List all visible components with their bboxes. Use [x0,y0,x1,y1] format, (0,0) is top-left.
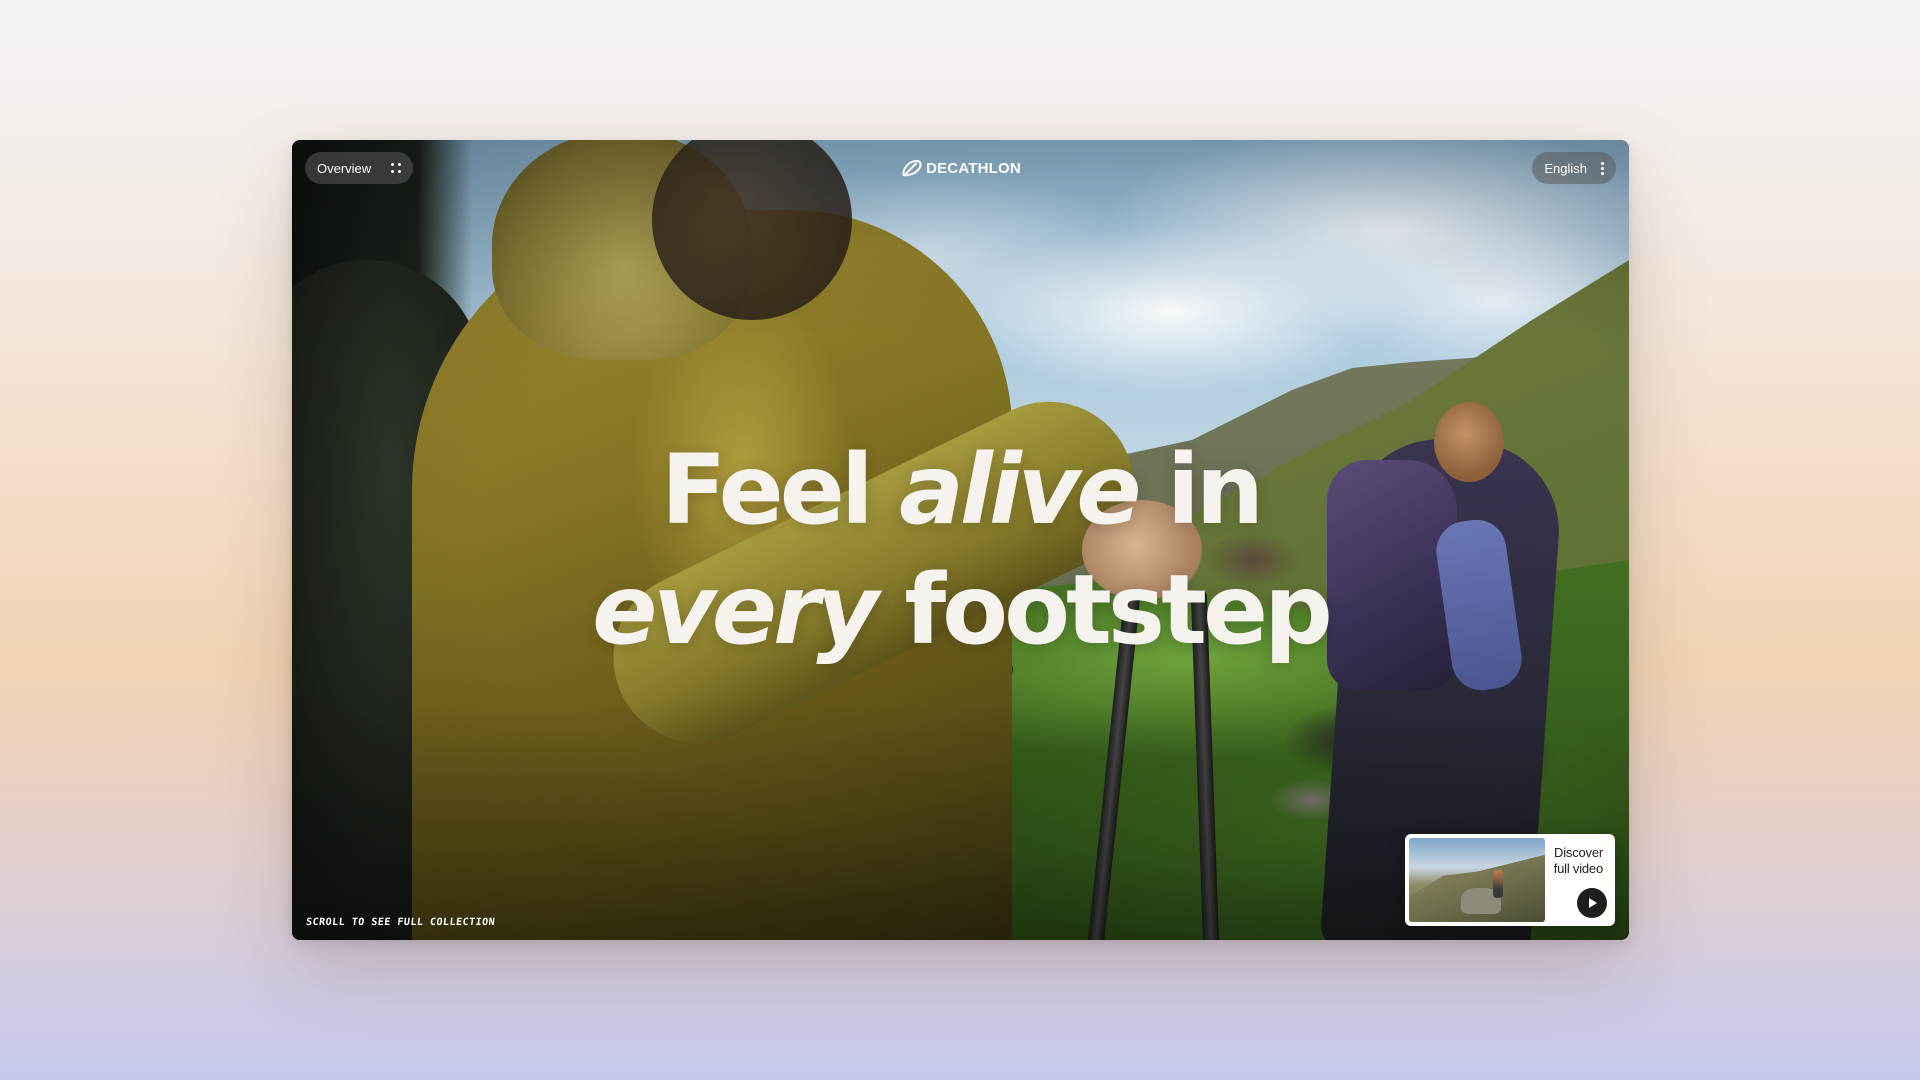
brand-name: DECATHLON [926,159,1021,177]
grid-dots-icon [391,163,402,173]
play-icon [1589,898,1597,908]
decathlon-swoosh-icon [902,159,922,177]
video-thumbnail[interactable] [1409,838,1545,922]
brand-logo[interactable]: DECATHLON [900,159,1021,177]
headline-line-1: Feel alive in [660,434,1264,546]
hero-headline: Feel alive in every footstep [292,430,1629,670]
more-vertical-icon [1601,161,1604,175]
language-label: English [1544,160,1587,176]
overview-label: Overview [317,160,372,176]
overview-button[interactable]: Overview [305,152,414,184]
language-selector[interactable]: English [1532,152,1616,184]
play-button[interactable] [1577,888,1607,918]
discover-video-label: Discover full video [1553,845,1604,876]
hero-frame: Overview DECATHLON English Feel alive in… [292,140,1629,940]
discover-video-card[interactable]: Discover full video [1405,834,1615,926]
scroll-hint: Scroll to see full collection [305,917,496,928]
headline-line-2: every footstep [592,554,1333,666]
